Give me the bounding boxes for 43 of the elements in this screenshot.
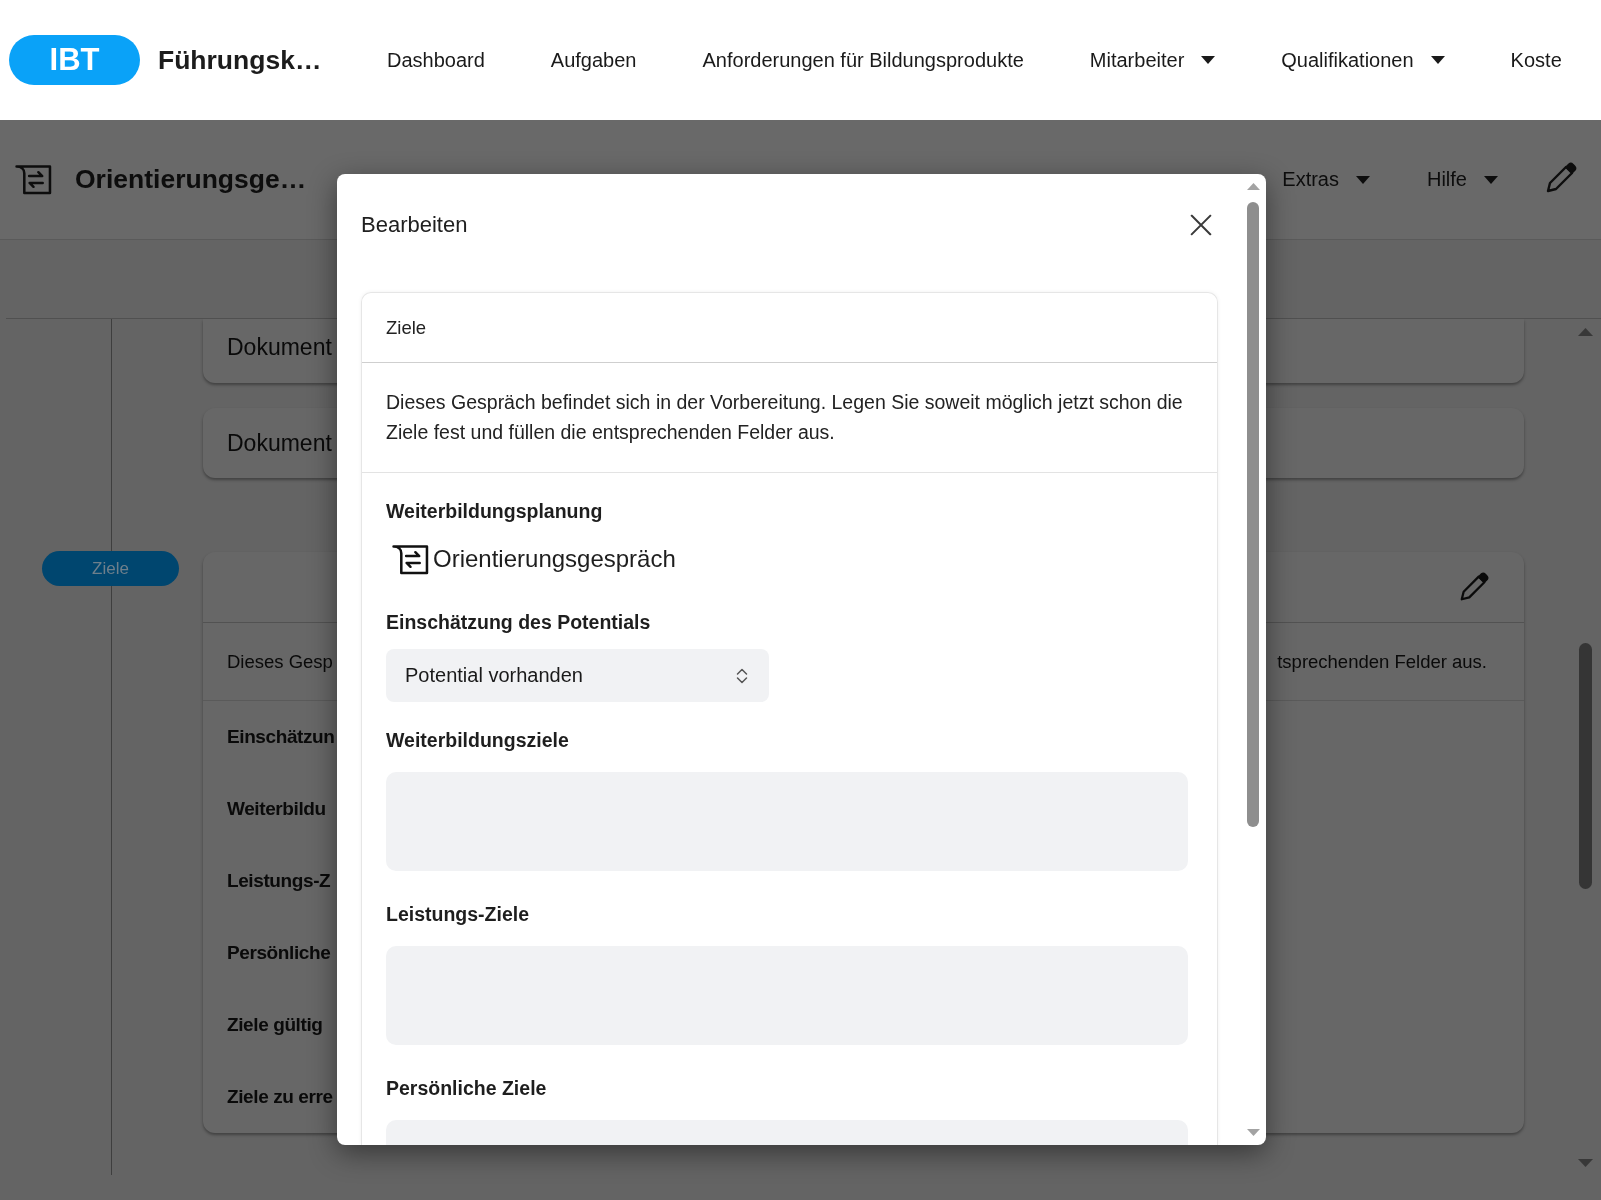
swap-icon: [392, 543, 429, 575]
swap-icon: [15, 164, 52, 195]
down-arrow-icon[interactable]: [1577, 1159, 1593, 1167]
field-label: Einschätzung des Potentials: [386, 610, 651, 634]
menu-button[interactable]: Hilfe: [1427, 168, 1498, 191]
field-label: Leistungs-Ziele: [386, 902, 530, 926]
nav-link[interactable]: Qualifikationen: [1281, 48, 1445, 72]
up-arrow-icon[interactable]: [1577, 328, 1593, 336]
field-label: Weiterbildu: [227, 798, 326, 820]
nav-link[interactable]: Mitarbeiter: [1089, 48, 1216, 72]
down-arrow-icon[interactable]: [1246, 1129, 1260, 1136]
nav-link[interactable]: Anforderungen für Bildungsprodukte: [702, 48, 1024, 72]
intro-text: tsprechenden Felder aus.: [1277, 650, 1487, 673]
pencil-icon[interactable]: [1458, 571, 1490, 603]
up-down-chevron-icon: [736, 666, 748, 685]
page-title: Orientierungsge…: [75, 164, 307, 195]
dialog-title: Bearbeiten: [361, 211, 468, 239]
menu-button[interactable]: Extras: [1282, 168, 1370, 191]
close-icon: [1190, 214, 1212, 236]
card-title: Dokument: [227, 429, 332, 457]
textarea-field[interactable]: [386, 1120, 1188, 1145]
field-label: Leistungs-Z: [227, 870, 331, 892]
pencil-icon[interactable]: [1544, 160, 1578, 195]
nav-link[interactable]: Koste: [1510, 48, 1562, 72]
field-label: Weiterbildungsplanung: [386, 499, 603, 523]
scrollbar-thumb[interactable]: [1247, 202, 1259, 827]
nav-link[interactable]: Dashboard: [387, 48, 485, 72]
scrollbar-thumb[interactable]: [1578, 643, 1592, 889]
up-arrow-icon[interactable]: [1246, 183, 1260, 190]
field-label: Ziele zu erre: [227, 1086, 333, 1108]
select-field[interactable]: Potential vorhanden: [386, 649, 769, 702]
intro-text: Dieses Gesp: [227, 650, 333, 673]
field-label: Ziele gültig: [227, 1014, 323, 1036]
intro-text: Dieses Gespräch befindet sich in der Vorbereitung. Legen Sie soweit möglich jetzt schon die Ziele fest und füllen die entsprechenden Felder aus.: [386, 390, 1184, 445]
card-title: Ziele: [386, 316, 427, 339]
field-label: Einschätzun: [227, 726, 335, 748]
app-title: Führungsk…: [158, 44, 322, 76]
field-label: Weiterbildungsziele: [386, 728, 569, 752]
field-label: Persönliche Ziele: [386, 1076, 547, 1100]
plan-name: Orientierungsgespräch: [433, 545, 676, 573]
card-title: Dokument: [227, 333, 332, 361]
field-label: Persönliche: [227, 942, 331, 964]
nav-link[interactable]: Aufgaben: [550, 48, 637, 72]
